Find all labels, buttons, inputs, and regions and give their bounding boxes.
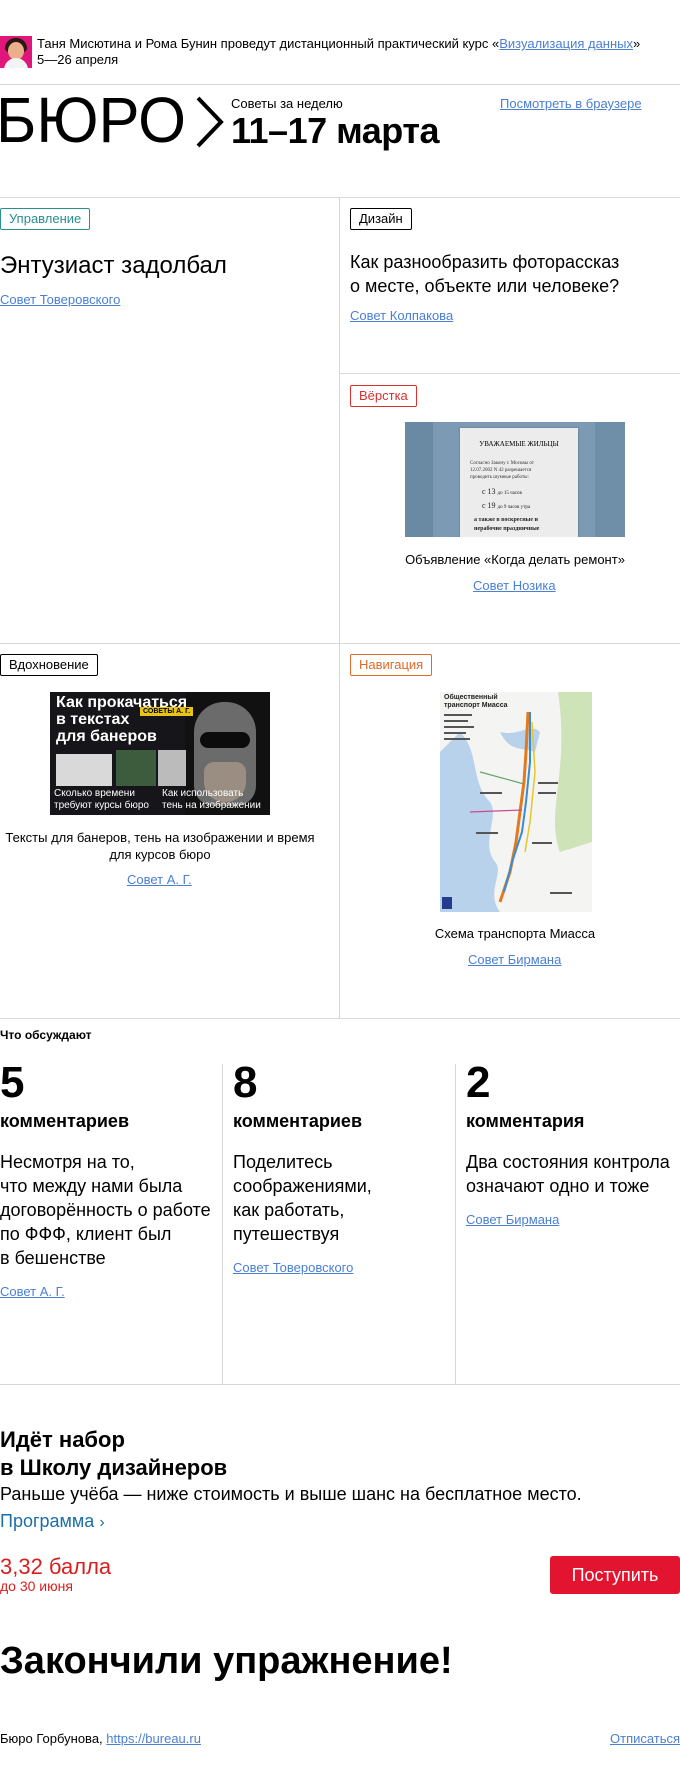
comment-count: 8 <box>233 1058 258 1107</box>
tag-inspiration[interactable]: Вдохновение <box>0 654 98 676</box>
bureau-logo[interactable]: БЮРО <box>0 94 225 150</box>
avatar <box>0 36 32 68</box>
notice-line2: 12.07.2002 N 42 разрешается <box>470 468 532 473</box>
end-title: Закончили упражнение! <box>0 1640 453 1682</box>
divider <box>339 373 680 374</box>
tag-management[interactable]: Управление <box>0 208 91 230</box>
view-in-browser-link[interactable]: Посмотреть в браузере <box>500 96 642 111</box>
map-title-1: Общественный <box>444 694 498 701</box>
discussion-text[interactable]: Поделитесь соображениями, как работать, … <box>233 1150 451 1246</box>
author-link-navigation[interactable]: Совет Бирмана <box>468 952 561 967</box>
notice-line5b: до 9 часов утра <box>497 505 531 510</box>
school-heading-line2: в Школу дизайнеров <box>0 1455 228 1480</box>
page-title: 11–17 марта <box>231 110 439 151</box>
banner-image[interactable]: Как прокачаться в текстах для банеров СО… <box>50 692 270 815</box>
divider <box>0 643 680 644</box>
banner-bottom-right-1: Как использовать <box>162 788 244 799</box>
divider <box>0 197 680 198</box>
logo-text: БЮРО <box>0 94 186 150</box>
header-subtitle: Советы за неделю <box>231 96 343 111</box>
author-link-management[interactable]: Совет Товеровского <box>0 292 120 307</box>
column-divider <box>222 1064 223 1384</box>
discussion-item: 2 комментария Два состояния контрола озн… <box>466 1058 680 1227</box>
caption-inspiration-line1: Тексты для банеров, тень на изображении … <box>5 830 315 845</box>
program-link-label: Программа <box>0 1511 95 1531</box>
promo-text: Таня Мисютина и Рома Бунин проведут дист… <box>37 36 640 68</box>
discussion-item: 5 комментариев Несмотря на то, что между… <box>0 1058 218 1299</box>
price-value: 3,32 балла <box>0 1554 112 1579</box>
program-link[interactable]: Программа › <box>0 1511 105 1532</box>
author-link-design[interactable]: Совет Колпакова <box>350 308 453 323</box>
tag-layout[interactable]: Вёрстка <box>350 385 417 407</box>
comment-unit: комментариев <box>233 1111 363 1131</box>
notice-line4a: с 13 <box>482 487 496 496</box>
price-deadline: до 30 июня <box>0 1578 73 1594</box>
notice-line1: Согласно Закону г. Москвы от <box>470 461 534 466</box>
card-title-design[interactable]: Как разнообразить фоторассказ о месте, о… <box>350 250 619 298</box>
notice-line4b: до 15 часов <box>497 491 522 496</box>
school-heading-line1: Идёт набор <box>0 1427 125 1452</box>
transit-map-graphic <box>440 692 592 912</box>
promo-text-before: Таня Мисютина и Рома Бунин проведут дист… <box>37 36 500 51</box>
divider <box>0 1384 680 1385</box>
promo-text-after: » <box>633 36 641 51</box>
notice-heading: УВАЖАЕМЫЕ ЖИЛЬЦЫ <box>479 440 559 448</box>
school-heading: Идёт набор в Школу дизайнеров <box>0 1426 227 1482</box>
promo-dates: 5—26 апреля <box>37 52 119 67</box>
caption-inspiration: Тексты для банеров, тень на изображении … <box>0 829 320 863</box>
column-divider <box>455 1064 456 1384</box>
author-link-inspiration[interactable]: Совет А. Г. <box>127 872 192 887</box>
card-title-management[interactable]: Энтузиаст задолбал <box>0 252 227 280</box>
apply-button[interactable]: Поступить <box>550 1556 680 1594</box>
author-link-layout[interactable]: Совет Нозика <box>473 578 556 593</box>
discussion-author-link[interactable]: Совет Бирмана <box>466 1212 680 1227</box>
notice-line7: нерабочие праздничные <box>474 526 540 532</box>
banner-bottom-left-1: Сколько времени <box>54 788 135 799</box>
chevron-right-icon: › <box>99 1514 105 1531</box>
discussion-author-link[interactable]: Совет Товеровского <box>233 1260 451 1275</box>
discussion-item: 8 комментариев Поделитесь соображениями,… <box>233 1058 451 1275</box>
tag-navigation[interactable]: Навигация <box>350 654 433 676</box>
footer-brand: Бюро Горбунова, https://bureau.ru <box>0 1731 201 1746</box>
caption-inspiration-line2: для курсов бюро <box>109 847 211 862</box>
school-subtitle: Раньше учёба — ниже стоимость и выше шан… <box>0 1484 582 1504</box>
discussion-text[interactable]: Два состояния контрола означают одно и т… <box>466 1150 680 1198</box>
comment-count: 5 <box>0 1058 25 1107</box>
banner-line2: в текстах <box>56 711 130 728</box>
unsubscribe-link[interactable]: Отписаться <box>610 1731 680 1746</box>
comment-count: 2 <box>466 1058 491 1107</box>
discussion-author-link[interactable]: Совет А. Г. <box>0 1284 218 1299</box>
banner-bottom-right-2: тень на изображении <box>162 800 261 811</box>
transit-map-image[interactable]: Общественный транспорт Миасса <box>440 692 592 912</box>
footer-brand-name: Бюро Горбунова, <box>0 1731 103 1746</box>
tag-design[interactable]: Дизайн <box>350 208 412 230</box>
banner-badge: СОВЕТЫ А. Г. <box>140 707 194 716</box>
card-title-design-line2: о месте, объекте или человеке? <box>350 276 620 296</box>
discussions-heading: Что обсуждают <box>0 1028 92 1042</box>
discussion-text[interactable]: Несмотря на то, что между нами была дого… <box>0 1150 218 1270</box>
card-title-design-line1: Как разнообразить фоторассказ <box>350 252 620 272</box>
banner-line3: для банеров <box>56 728 157 745</box>
notice-line5a: с 19 <box>482 501 496 510</box>
caption-navigation: Схема транспорта Миасса <box>434 926 596 941</box>
promo-banner: Таня Мисютина и Рома Бунин проведут дист… <box>0 34 680 74</box>
banner-bottom-left-2: требуют курсы бюро <box>54 800 149 811</box>
comment-unit: комментариев <box>0 1111 130 1131</box>
divider <box>0 1018 680 1019</box>
notice-line6: а также в воскресные и <box>474 517 538 523</box>
course-link[interactable]: Визуализация данных <box>499 36 633 51</box>
notice-photo[interactable]: УВАЖАЕМЫЕ ЖИЛЬЦЫ Согласно Закону г. Моск… <box>405 422 625 537</box>
comment-unit: комментария <box>466 1111 585 1131</box>
notice-line3: проводить шумные работы: <box>470 475 529 480</box>
site-link[interactable]: https://bureau.ru <box>106 1731 201 1746</box>
map-title-2: транспорт Миасса <box>444 702 508 709</box>
divider <box>0 84 680 85</box>
caption-layout: Объявление «Когда делать ремонт» <box>405 552 625 567</box>
grid-divider <box>339 197 340 1018</box>
